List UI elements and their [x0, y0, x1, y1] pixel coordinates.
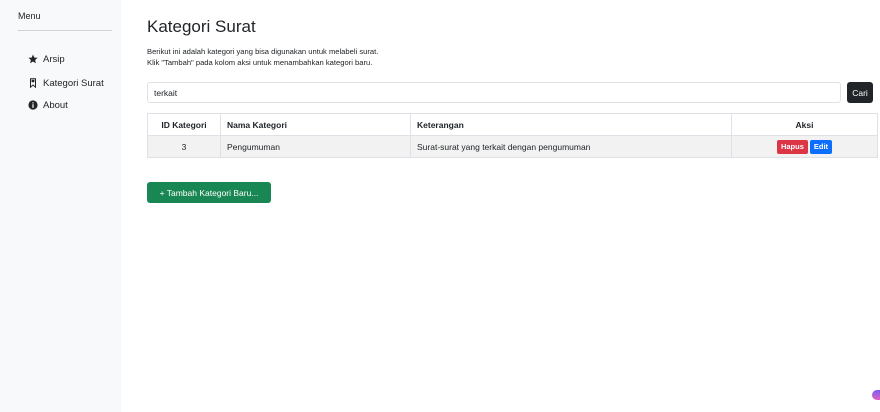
sidebar-item-about[interactable]: About — [28, 98, 68, 112]
page-description-line2: Klik "Tambah" pada kolom aksi untuk mena… — [147, 58, 373, 67]
table-header-row: ID Kategori Nama Kategori Keterangan Aks… — [147, 113, 878, 136]
sidebar: Menu Arsip Kategori Surat About — [0, 0, 121, 412]
column-header-nama: Nama Kategori — [220, 113, 411, 136]
info-icon — [28, 100, 38, 110]
column-header-aksi: Aksi — [731, 113, 878, 136]
edit-button[interactable]: Edit — [809, 139, 833, 154]
main-content: Kategori Surat Berikut ini adalah katego… — [147, 0, 880, 412]
floating-widget-icon[interactable] — [872, 390, 880, 400]
sidebar-item-label: About — [43, 99, 68, 111]
cell-id: 3 — [147, 135, 221, 158]
star-icon — [28, 54, 38, 64]
sidebar-divider — [18, 30, 112, 31]
delete-button[interactable]: Hapus — [776, 139, 808, 154]
column-header-id: ID Kategori — [147, 113, 221, 136]
page-description-line1: Berikut ini adalah kategori yang bisa di… — [147, 47, 379, 56]
add-category-button[interactable]: + Tambah Kategori Baru... — [147, 182, 271, 203]
page: Menu Arsip Kategori Surat About Kategori… — [0, 0, 880, 412]
column-header-keterangan: Keterangan — [410, 113, 732, 136]
category-table: ID Kategori Nama Kategori Keterangan Aks… — [147, 113, 878, 158]
page-title: Kategori Surat — [147, 17, 256, 36]
cell-aksi: Hapus Edit — [731, 135, 878, 158]
cell-nama: Pengumuman — [220, 135, 411, 158]
search-button[interactable]: Cari — [847, 82, 873, 103]
cell-keterangan: Surat-surat yang terkait dengan pengumum… — [410, 135, 732, 158]
sidebar-item-kategori-surat[interactable]: Kategori Surat — [28, 76, 104, 90]
search-input[interactable] — [147, 82, 841, 103]
table-row: 3 Pengumuman Surat-surat yang terkait de… — [147, 135, 878, 158]
sidebar-item-arsip[interactable]: Arsip — [28, 52, 65, 66]
sidebar-item-label: Kategori Surat — [43, 77, 104, 89]
bookmark-icon — [28, 78, 38, 88]
sidebar-item-label: Arsip — [43, 53, 65, 65]
sidebar-title: Menu — [18, 11, 41, 21]
